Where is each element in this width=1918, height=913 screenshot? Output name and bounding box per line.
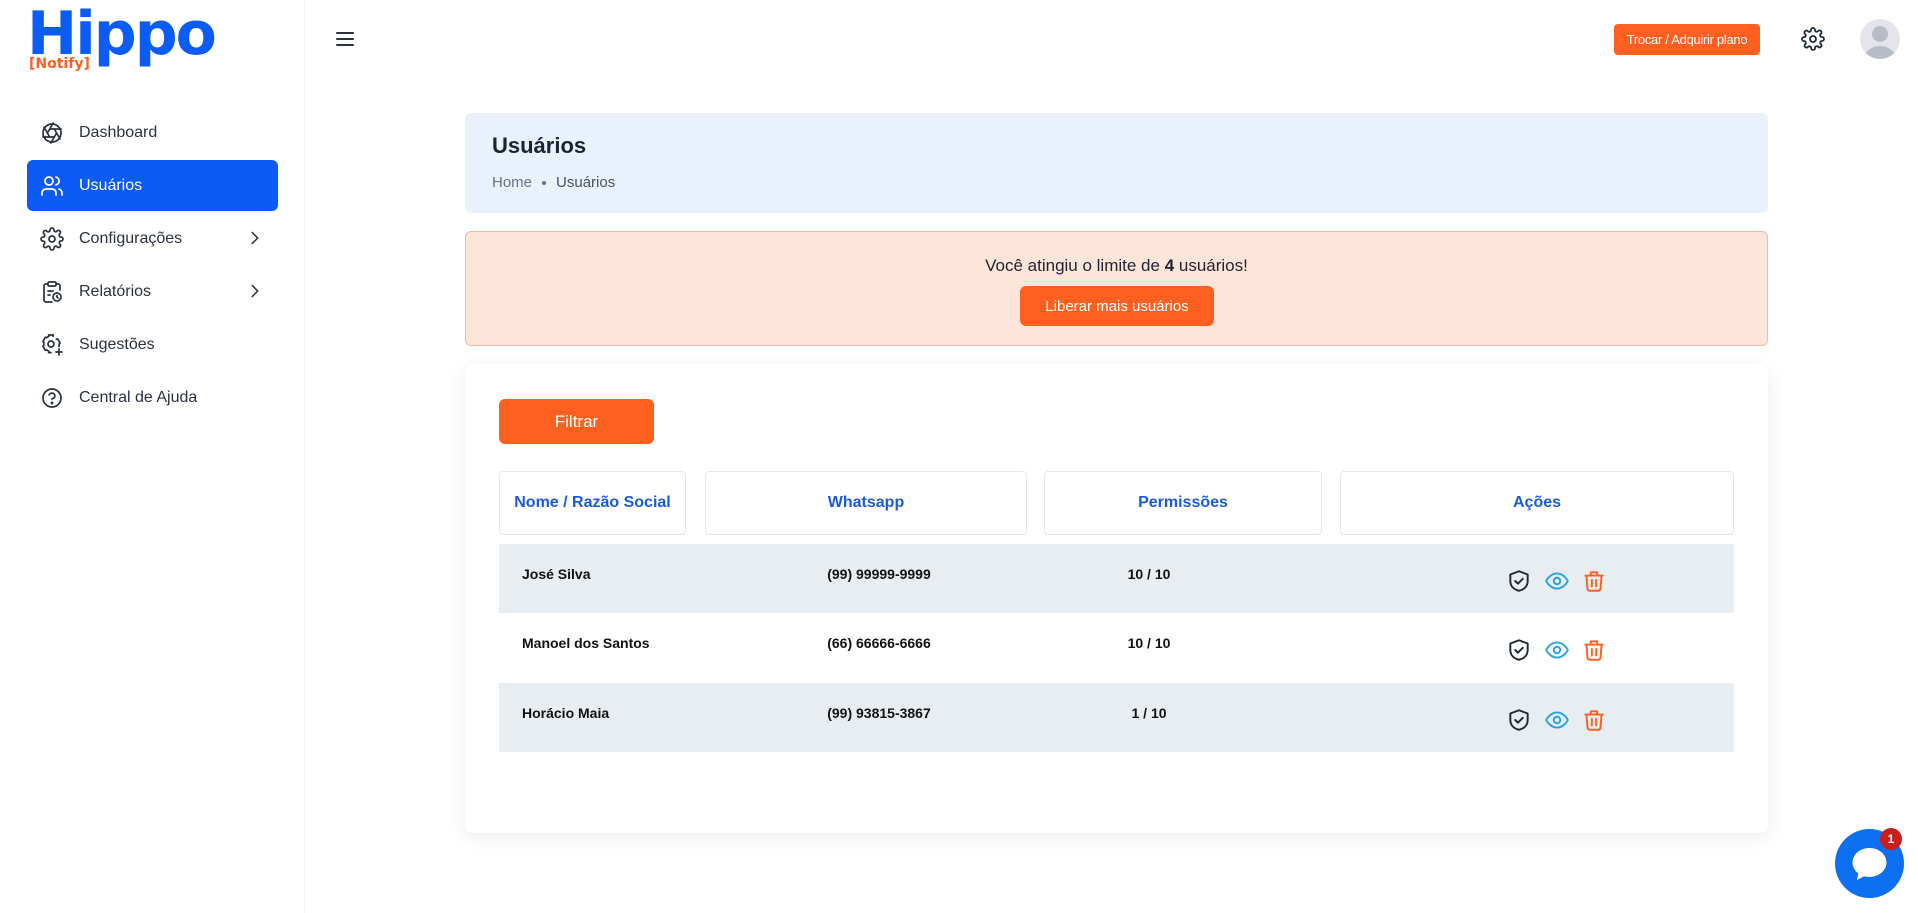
breadcrumb: Home Usuários bbox=[492, 174, 615, 191]
trash-icon[interactable] bbox=[1581, 568, 1607, 594]
users-icon bbox=[41, 175, 63, 196]
aperture-icon bbox=[42, 121, 62, 144]
column-header-name[interactable]: Nome / Razão Social bbox=[499, 471, 686, 535]
row-permissions: 10 / 10 bbox=[1127, 635, 1171, 651]
sidebar-item-label: Usuários bbox=[79, 176, 143, 194]
column-header-whatsapp[interactable]: Whatsapp bbox=[705, 471, 1027, 535]
sidebar-nav: Dashboard Usuários Configurações Relatór… bbox=[27, 107, 278, 425]
trash-icon[interactable] bbox=[1581, 637, 1607, 663]
row-whatsapp: (99) 99999-9999 bbox=[827, 566, 931, 582]
sidebar-item-label: Sugestões bbox=[79, 335, 155, 353]
hamburger-icon[interactable] bbox=[333, 27, 357, 51]
user-limit-alert: Você atingiu o limite de 4 usuários! Lib… bbox=[465, 231, 1768, 346]
sidebar-item-configuracoes[interactable]: Configurações bbox=[27, 213, 278, 264]
table-row: José Silva (99) 99999-9999 10 / 10 bbox=[499, 544, 1734, 613]
sidebar-item-label: Dashboard bbox=[79, 123, 158, 141]
change-plan-button[interactable]: Trocar / Adquirir plano bbox=[1614, 24, 1760, 55]
row-name: José Silva bbox=[522, 566, 591, 582]
gear-plus-icon bbox=[42, 333, 63, 356]
column-header-permissions[interactable]: Permissões bbox=[1044, 471, 1322, 535]
row-permissions: 1 / 10 bbox=[1131, 705, 1167, 721]
breadcrumb-current: Usuários bbox=[556, 174, 616, 191]
alert-text-after: usuários! bbox=[1174, 256, 1248, 275]
alert-limit-value: 4 bbox=[1164, 256, 1175, 275]
sidebar-item-label: Configurações bbox=[79, 229, 183, 247]
eye-icon[interactable] bbox=[1544, 568, 1570, 594]
shield-check-icon[interactable] bbox=[1506, 637, 1532, 663]
row-name: Manoel dos Santos bbox=[522, 635, 650, 651]
chevron-right-icon bbox=[251, 284, 259, 298]
alert-text-before: Você atingiu o limite de bbox=[985, 256, 1165, 275]
chevron-right-icon bbox=[251, 231, 259, 245]
row-whatsapp: (99) 93815-3867 bbox=[827, 705, 931, 721]
sidebar-item-label: Relatórios bbox=[79, 282, 152, 300]
shield-check-icon[interactable] bbox=[1506, 568, 1532, 594]
row-whatsapp: (66) 66666-6666 bbox=[827, 635, 931, 651]
filter-button[interactable]: Filtrar bbox=[499, 399, 654, 444]
page-header: Usuários Home Usuários bbox=[465, 113, 1768, 213]
row-name: Horácio Maia bbox=[522, 705, 610, 721]
users-table-card: Filtrar Nome / Razão Social Whatsapp Per… bbox=[465, 364, 1768, 833]
user-avatar-icon bbox=[1864, 26, 1896, 59]
chat-notification-badge: 1 bbox=[1880, 828, 1902, 850]
table-row: Manoel dos Santos (66) 66666-6666 10 / 1… bbox=[499, 613, 1734, 682]
sidebar-item-sugestoes[interactable]: Sugestões bbox=[27, 319, 278, 370]
eye-icon[interactable] bbox=[1544, 637, 1570, 663]
sidebar-item-central-de-ajuda[interactable]: Central de Ajuda bbox=[27, 372, 278, 423]
shield-check-icon[interactable] bbox=[1506, 707, 1532, 733]
logo-subtitle: [Notify] bbox=[29, 56, 90, 72]
gear-icon bbox=[40, 226, 64, 251]
breadcrumb-separator bbox=[542, 180, 547, 185]
row-permissions: 10 / 10 bbox=[1127, 566, 1171, 582]
trash-icon[interactable] bbox=[1581, 707, 1607, 733]
sidebar-item-usuarios[interactable]: Usuários bbox=[27, 160, 278, 211]
clipboard-clock-icon bbox=[43, 280, 62, 303]
release-more-users-button[interactable]: Liberar mais usuários bbox=[1020, 286, 1214, 326]
sidebar-item-relatorios[interactable]: Relatórios bbox=[27, 266, 278, 317]
column-header-actions: Ações bbox=[1340, 471, 1734, 535]
alert-message: Você atingiu o limite de 4 usuários! bbox=[466, 256, 1767, 276]
table-row: Horácio Maia (99) 93815-3867 1 / 10 bbox=[499, 683, 1734, 752]
sidebar-item-dashboard[interactable]: Dashboard bbox=[27, 107, 278, 158]
help-circle-icon bbox=[42, 387, 62, 408]
breadcrumb-home-link[interactable]: Home bbox=[492, 174, 532, 191]
settings-gear-icon[interactable] bbox=[1801, 27, 1825, 51]
sidebar-item-label: Central de Ajuda bbox=[79, 388, 198, 406]
brand-logo[interactable]: Hippo [Notify] bbox=[27, 0, 227, 76]
user-avatar[interactable] bbox=[1860, 19, 1900, 59]
eye-icon[interactable] bbox=[1544, 707, 1570, 733]
sidebar: Hippo [Notify] Dashboard Usuários Config… bbox=[0, 0, 305, 913]
page-title: Usuários bbox=[492, 133, 587, 158]
